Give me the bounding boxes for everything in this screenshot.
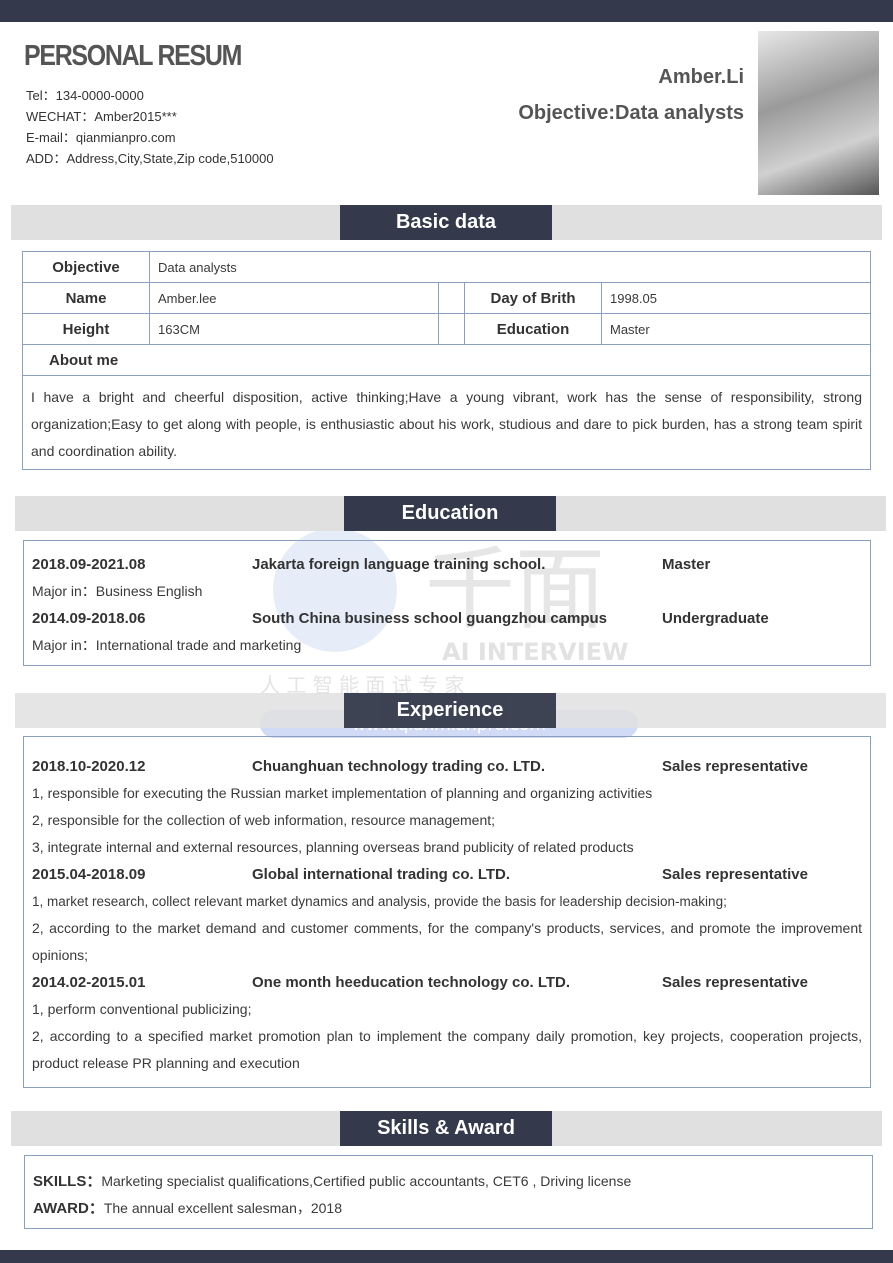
section-band-basic: Basic data [11, 205, 882, 240]
profile-photo [758, 31, 879, 195]
section-heading: Basic data [340, 205, 552, 240]
exp-duty: 3, integrate internal and external resou… [32, 839, 634, 855]
exp-duty: 2, according to a specified market promo… [32, 1028, 862, 1071]
exp-duty: 2, responsible for the collection of web… [32, 812, 496, 828]
section-band-skills: Skills & Award [11, 1111, 882, 1146]
experience-box: 2018.10-2020.12 Chuanghuan technology tr… [23, 736, 871, 1088]
contact-email: E-mail：qianmianpro.com [26, 130, 176, 145]
skills-text: Marketing specialist qualifications,Cert… [101, 1173, 632, 1189]
skills-box: SKILLS：Marketing specialist qualificatio… [24, 1155, 873, 1229]
top-bar [0, 0, 893, 22]
section-band-education: Education [15, 496, 886, 531]
education-box: 2018.09-2021.08 Jakarta foreign language… [23, 540, 871, 666]
exp-role: Sales representative [662, 866, 808, 883]
section-heading: Skills & Award [340, 1111, 552, 1146]
skills-label: SKILLS： [33, 1173, 102, 1190]
label: Education [464, 313, 602, 345]
exp-duty: 1, responsible for executing the Russian… [32, 785, 653, 801]
value: Amber.lee [149, 282, 439, 314]
award-text: The annual excellent salesman，2018 [103, 1200, 342, 1216]
section-band-experience: Experience [15, 693, 886, 728]
exp-duty: 1, market research, collect relevant mar… [32, 894, 727, 909]
section-heading: Education [344, 496, 556, 531]
label: Objective [22, 251, 150, 283]
contact-wechat: WECHAT：Amber2015*** [26, 109, 177, 124]
exp-role: Sales representative [662, 974, 808, 991]
edu-major: Major in：Business English [32, 583, 203, 599]
exp-duty: 2, according to the market demand and cu… [32, 920, 862, 963]
edu-major: Major in：International trade and marketi… [32, 637, 302, 653]
value: 1998.05 [601, 282, 871, 314]
exp-role: Sales representative [662, 758, 808, 775]
label: Name [22, 282, 150, 314]
label: Height [22, 313, 150, 345]
contact-tel: Tel：134-0000-0000 [26, 88, 144, 103]
label: Day of Brith [464, 282, 602, 314]
label: About me [22, 344, 871, 376]
bottom-bar [0, 1250, 893, 1263]
value: 163CM [149, 313, 439, 345]
about-text: I have a bright and cheerful disposition… [22, 375, 871, 470]
exp-duty: 1, perform conventional publicizing; [32, 1001, 252, 1017]
award-label: AWARD： [33, 1200, 104, 1217]
page-title: PERSONAL RESUM [24, 40, 242, 72]
edu-degree: Undergraduate [662, 610, 769, 627]
candidate-name: Amber.Li [658, 66, 744, 88]
basic-data-table: Objective Data analysts Name Amber.lee Day … [22, 251, 871, 470]
value: Master [601, 313, 871, 345]
edu-degree: Master [662, 556, 711, 573]
section-heading: Experience [344, 693, 556, 728]
candidate-objective: Objective:Data analysts [518, 102, 744, 124]
contact-address: ADD：Address,City,State,Zip code,510000 [26, 151, 274, 166]
value: Data analysts [149, 251, 871, 283]
